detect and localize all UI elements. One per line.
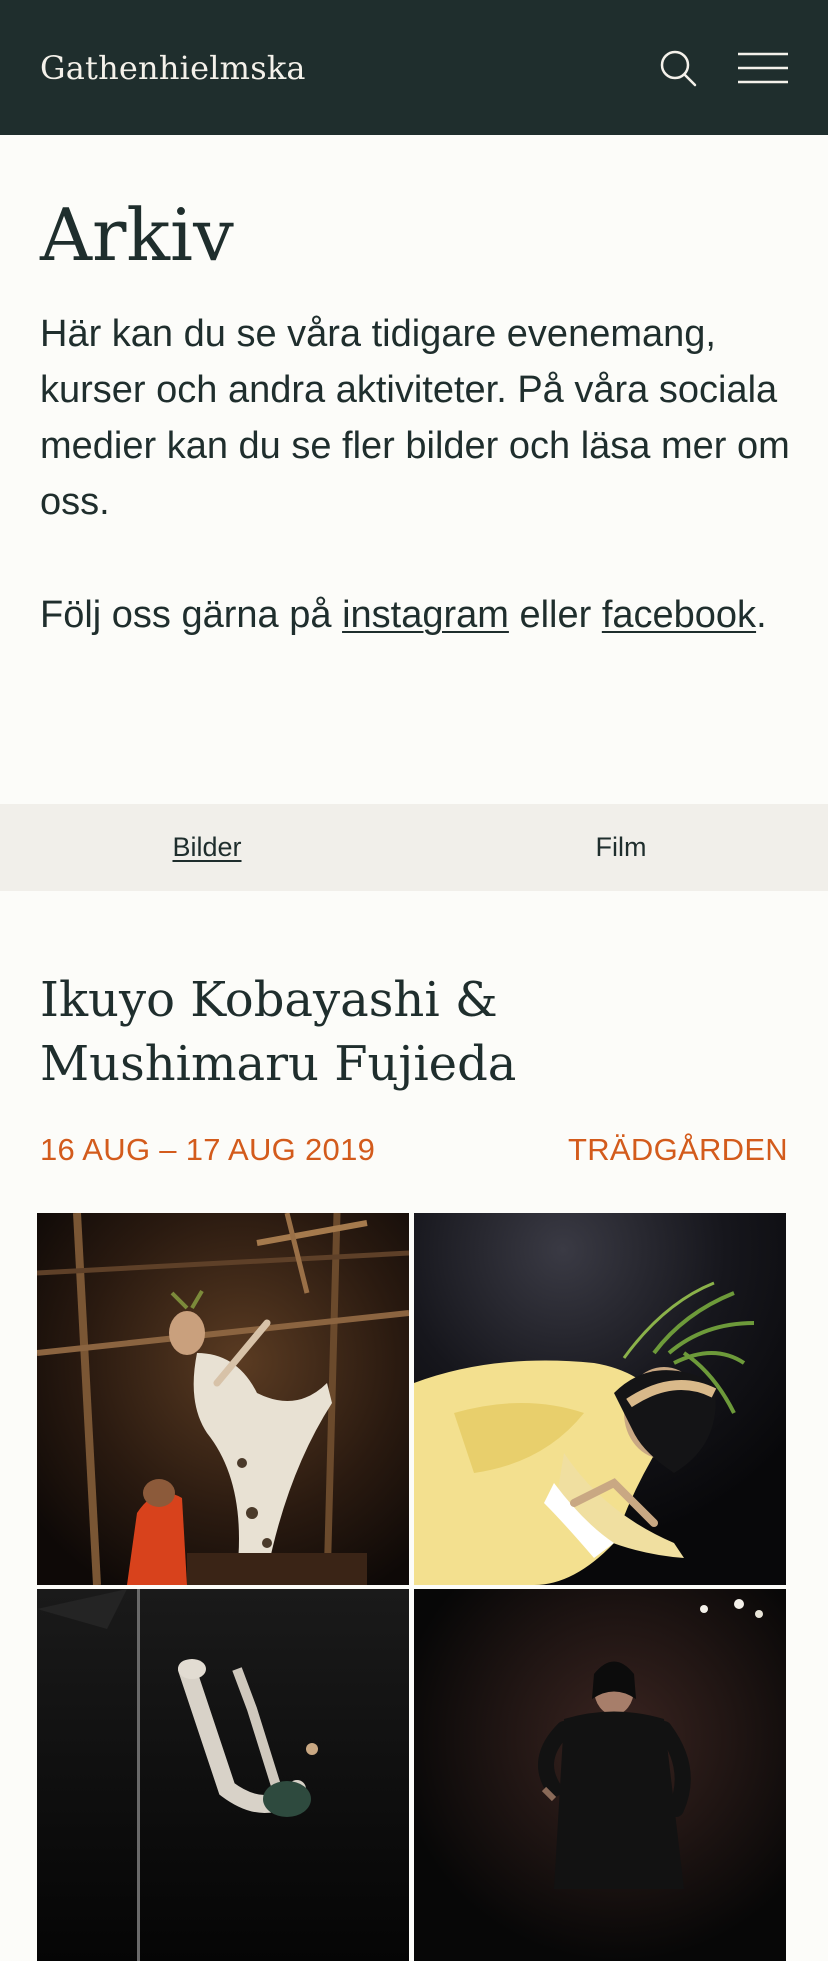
gallery-photo[interactable] <box>37 1213 409 1585</box>
dancer-photo-image <box>414 1213 786 1585</box>
event-title[interactable]: Ikuyo Kobayashi & Mushimaru Fujieda <box>40 968 760 1096</box>
event-location: TRÄDGÅRDEN <box>567 1132 788 1167</box>
facebook-link[interactable]: facebook <box>602 594 756 636</box>
instagram-link[interactable]: instagram <box>342 594 509 636</box>
event-dates: 16 AUG – 17 AUG 2019 <box>40 1132 376 1167</box>
hamburger-menu-icon[interactable] <box>738 52 788 84</box>
follow-suffix: . <box>756 594 767 636</box>
performance-photo-image <box>414 1589 786 1961</box>
performance-photo-image <box>37 1589 409 1961</box>
page-title: Arkiv <box>40 193 234 277</box>
intro-text: Här kan du se våra tidigare evenemang, k… <box>40 313 790 523</box>
site-header: Gathenhielmska <box>0 0 828 135</box>
follow-text: Följ oss gärna på instagram eller facebo… <box>40 587 790 643</box>
event-meta: 16 AUG – 17 AUG 2019 TRÄDGÅRDEN <box>40 1130 788 1170</box>
tab-film-label: Film <box>595 832 647 862</box>
follow-middle: eller <box>508 594 602 636</box>
tab-film[interactable]: Film <box>414 804 828 891</box>
tab-bilder-label: Bilder <box>172 832 242 862</box>
tab-bilder[interactable]: Bilder <box>0 804 414 891</box>
gallery-photo[interactable] <box>414 1213 786 1585</box>
follow-prefix: Följ oss gärna på <box>40 594 343 636</box>
gallery-photo[interactable] <box>37 1589 409 1961</box>
site-logo-link[interactable]: Gathenhielmska <box>40 49 306 87</box>
gallery-photo[interactable] <box>414 1589 786 1961</box>
archive-tabs: Bilder Film <box>0 804 828 891</box>
header-actions <box>658 48 788 88</box>
photo-gallery <box>37 1213 786 1961</box>
dancer-photo-image <box>37 1213 409 1585</box>
search-icon[interactable] <box>658 48 698 88</box>
